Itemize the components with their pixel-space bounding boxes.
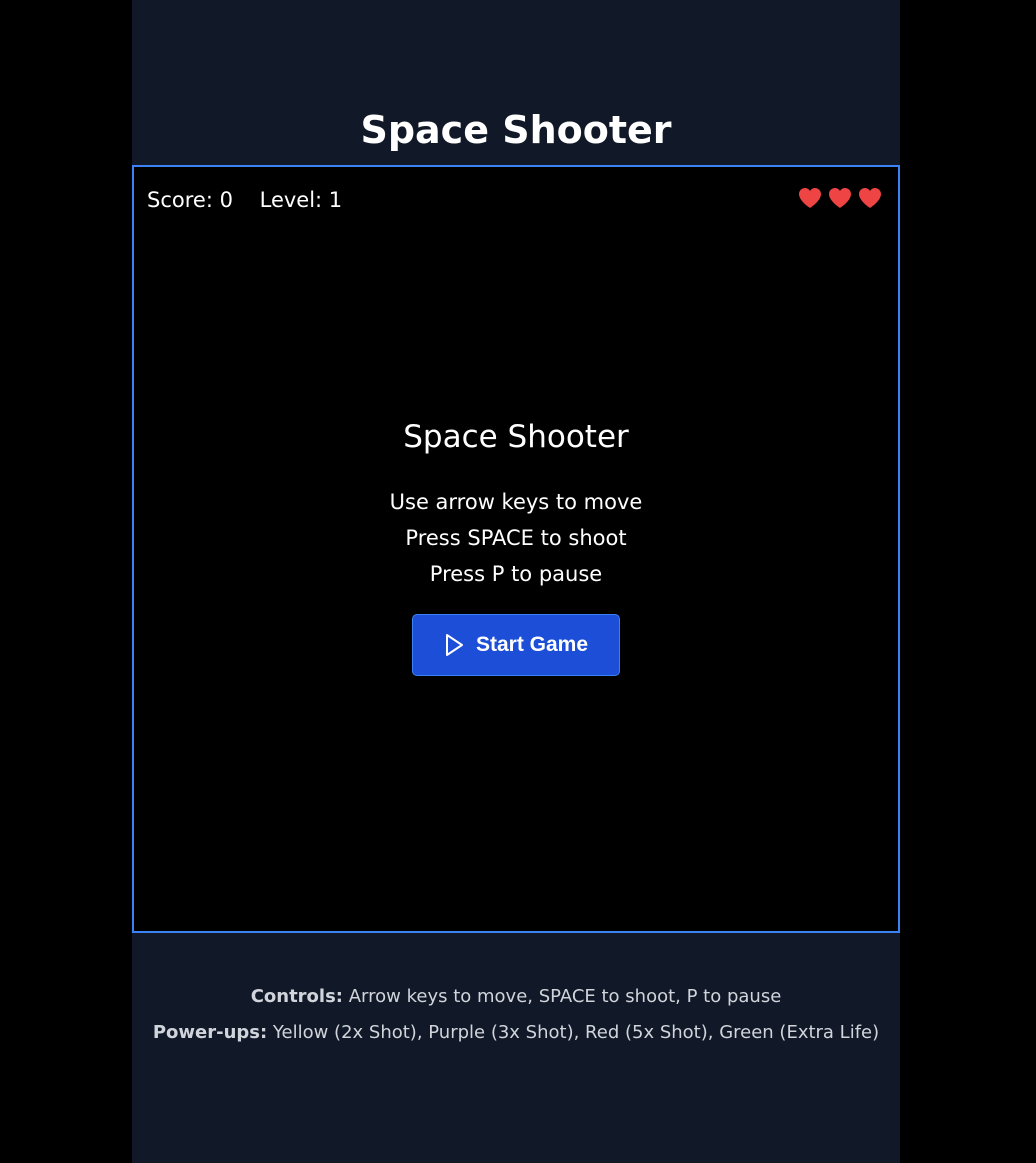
controls-label: Controls: [250, 986, 344, 1007]
powerups-text: Yellow (2x Shot), Purple (3x Shot), Red … [267, 1022, 880, 1043]
score-display: Score: 0 [147, 188, 233, 212]
start-game-label: Start Game [475, 633, 589, 656]
powerups-label: Power-ups: [152, 1022, 268, 1043]
page-title: Space Shooter [360, 108, 672, 152]
start-overlay: Space Shooter Use arrow keys to move Pre… [134, 412, 898, 676]
help-section: Controls: Arrow keys to move, SPACE to s… [132, 979, 900, 1051]
hud-stats: Score: 0 Level: 1 [147, 183, 342, 217]
heart-icon [829, 188, 851, 208]
heart-icon [859, 188, 881, 208]
game-canvas[interactable]: Score: 0 Level: 1 Space Shooter Use arro… [132, 165, 900, 933]
controls-help: Controls: Arrow keys to move, SPACE to s… [132, 979, 900, 1015]
controls-text: Arrow keys to move, SPACE to shoot, P to… [343, 986, 782, 1007]
instruction-pause: Press P to pause [429, 562, 603, 586]
app-container: Space Shooter Score: 0 Level: 1 Space Sh… [132, 0, 900, 1163]
level-display: Level: 1 [259, 188, 343, 212]
powerups-help: Power-ups: Yellow (2x Shot), Purple (3x … [132, 1015, 900, 1051]
heart-icon [799, 188, 821, 208]
play-icon [445, 634, 463, 656]
instruction-move: Use arrow keys to move [389, 490, 643, 514]
start-game-button[interactable]: Start Game [412, 614, 620, 676]
overlay-title: Space Shooter [403, 419, 629, 455]
instruction-shoot: Press SPACE to shoot [405, 526, 627, 550]
lives-indicator [798, 187, 882, 209]
